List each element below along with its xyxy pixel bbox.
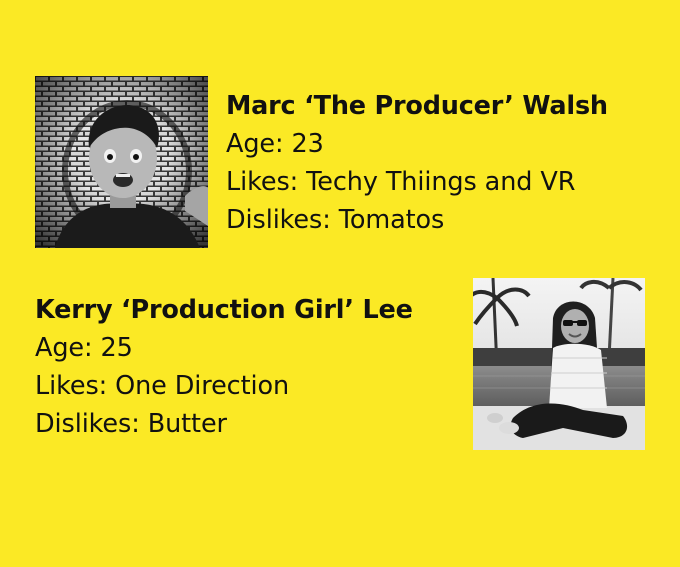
kerry-portrait-photo (473, 278, 645, 450)
kerry-name: Kerry ‘Production Girl’ Lee (35, 295, 413, 325)
kerry-dislikes: Dislikes: Butter (35, 409, 227, 439)
marc-portrait-photo (35, 76, 208, 248)
kerry-age: Age: 25 (35, 333, 133, 363)
marc-likes: Likes: Techy Thiings and VR (226, 167, 576, 197)
marc-dislikes: Dislikes: Tomatos (226, 205, 445, 235)
kerry-likes: Likes: One Direction (35, 371, 290, 401)
marc-name: Marc ‘The Producer’ Walsh (226, 91, 608, 121)
marc-profile: Marc ‘The Producer’ Walsh Age: 23 Likes:… (226, 87, 608, 239)
kerry-profile: Kerry ‘Production Girl’ Lee Age: 25 Like… (35, 291, 413, 443)
marc-age: Age: 23 (226, 129, 324, 159)
kerry-portrait-icon (473, 278, 645, 450)
marc-portrait-icon (35, 76, 208, 248)
